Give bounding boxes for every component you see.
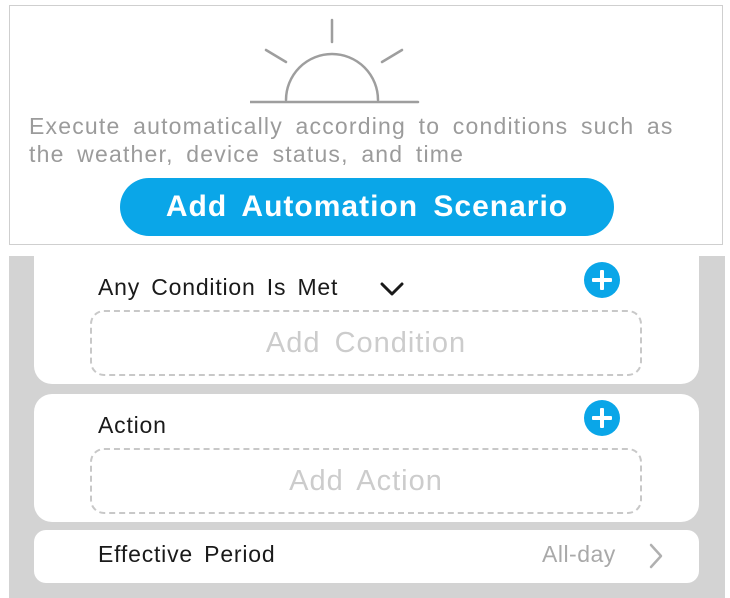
add-action-plus-icon[interactable] [584,400,620,436]
chevron-right-icon [649,543,663,569]
action-card: Action Add Action [34,394,699,522]
effective-period-row[interactable]: Effective Period All-day [34,530,699,583]
add-condition-placeholder[interactable]: Add Condition [90,310,642,376]
add-action-placeholder[interactable]: Add Action [90,448,642,514]
action-title: Action [98,412,167,438]
effective-period-label: Effective Period [98,541,276,567]
chevron-down-icon[interactable] [380,281,404,297]
condition-mode-label: Any Condition Is Met [98,274,339,300]
effective-period-value: All-day [542,541,616,567]
add-condition-plus-icon[interactable] [584,262,620,298]
add-automation-scenario-button[interactable]: Add Automation Scenario [120,178,614,236]
condition-card: Any Condition Is Met Add Condition [34,256,699,384]
sunrise-icon [250,18,420,104]
automation-description: Execute automatically according to condi… [29,113,674,167]
automation-intro-panel: Execute automatically according to condi… [9,5,723,245]
condition-mode-selector[interactable]: Any Condition Is Met [98,274,338,301]
